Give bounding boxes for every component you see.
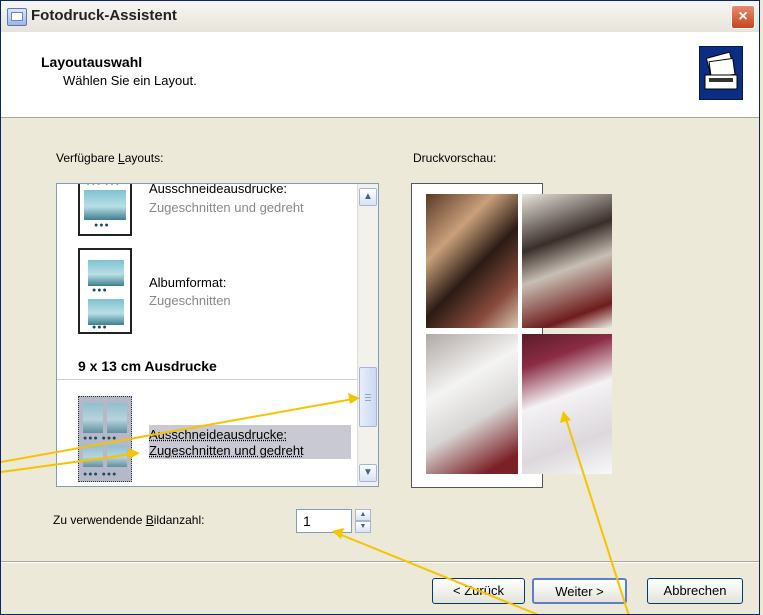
preview-photo-person (522, 194, 612, 328)
scroll-thumb[interactable] (359, 367, 377, 427)
layout-title: Ausschneideausdrucke: (149, 183, 288, 196)
back-button[interactable]: < Zurück (432, 578, 525, 604)
layouts-label: Verfügbare Layouts: (56, 151, 164, 165)
group-header: 9 x 13 cm Ausdrucke (78, 358, 217, 374)
layout-title: Ausschneideausdrucke: (149, 427, 288, 442)
cancel-button[interactable]: Abbrechen (647, 578, 743, 604)
image-count-input[interactable]: 1 (296, 509, 352, 533)
window-title: Fotodruck-Assistent (31, 7, 177, 24)
layout-subtitle: Zugeschnitten (149, 293, 231, 308)
layouts-listbox[interactable]: ●●● ●●● ●●● Ausschneideausdrucke: Zugesc… (56, 183, 379, 487)
image-count-stepper[interactable]: ▲ ▼ (355, 509, 371, 533)
print-preview (411, 183, 612, 488)
layout-thumbnail: ●●● ●●● (78, 248, 132, 334)
printer-photos-icon (699, 46, 743, 100)
list-scrollbar[interactable]: ▲ ▼ (357, 184, 378, 486)
page-title: Layoutauswahl (41, 54, 143, 70)
wizard-header: Layoutauswahl Wählen Sie ein Layout. (1, 32, 759, 118)
wizard-window: Fotodruck-Assistent × Layoutauswahl Wähl… (0, 0, 760, 615)
increment-arrow-icon[interactable]: ▲ (355, 509, 371, 521)
preview-photo-dog (426, 194, 518, 328)
footer-separator (1, 561, 759, 563)
title-bar: Fotodruck-Assistent × (1, 1, 759, 33)
preview-label: Druckvorschau: (413, 151, 497, 165)
decrement-arrow-icon[interactable]: ▼ (355, 521, 371, 533)
scroll-down-arrow-icon[interactable]: ▼ (359, 464, 377, 482)
layout-subtitle: Zugeschnitten und gedreht (149, 200, 304, 215)
preview-photo-cat-2 (522, 334, 612, 474)
close-button[interactable]: × (731, 5, 755, 29)
layout-subtitle: Zugeschnitten und gedreht (149, 443, 304, 458)
page-subtitle: Wählen Sie ein Layout. (63, 73, 197, 88)
printer-app-icon (7, 8, 27, 26)
preview-photo-cat-1 (426, 334, 518, 474)
layout-thumbnail: ●●● ●●● ●●● (78, 184, 132, 236)
layout-title: Albumformat: (149, 275, 227, 290)
layout-thumbnail: ●●● ●●● ●●● ●●● (78, 396, 132, 482)
image-count-label: Zu verwendende Bildanzahl: (53, 513, 205, 527)
next-button[interactable]: Weiter > (532, 578, 627, 604)
scroll-up-arrow-icon[interactable]: ▲ (359, 188, 377, 206)
